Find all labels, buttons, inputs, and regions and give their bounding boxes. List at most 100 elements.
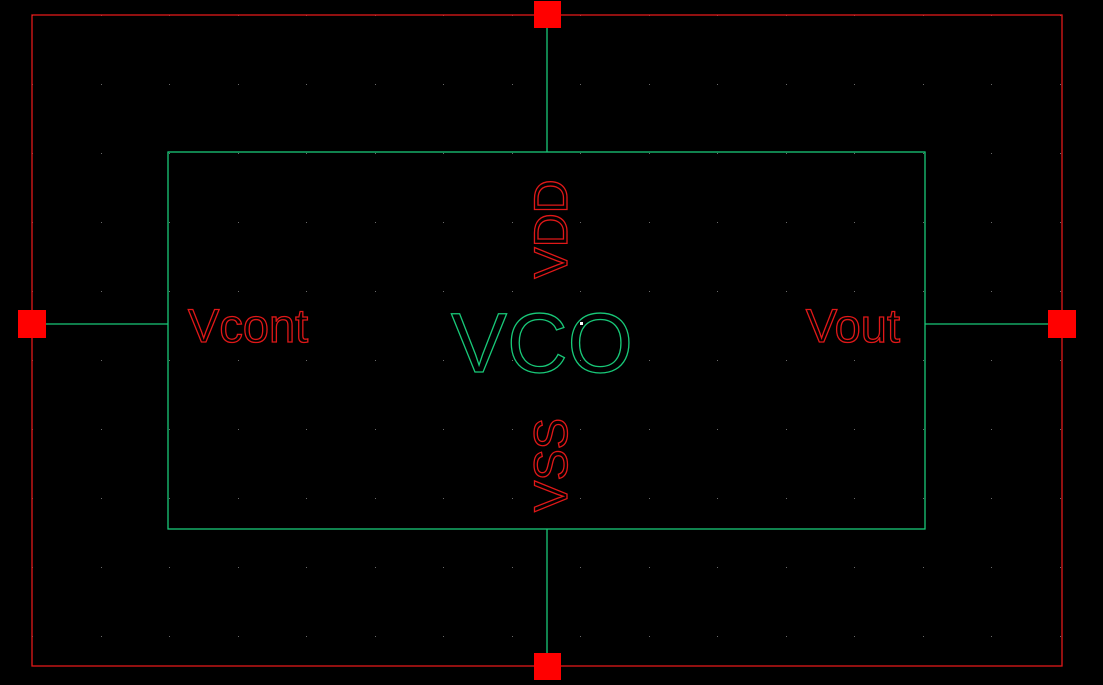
grid-dot bbox=[443, 429, 444, 430]
grid-dot bbox=[854, 429, 855, 430]
grid-dot bbox=[717, 636, 718, 637]
grid-dot bbox=[786, 153, 787, 154]
grid-dot bbox=[717, 84, 718, 85]
grid-dot bbox=[991, 84, 992, 85]
grid-dot bbox=[717, 153, 718, 154]
grid-dot bbox=[649, 360, 650, 361]
grid-dot bbox=[580, 567, 581, 568]
grid-dot bbox=[375, 567, 376, 568]
grid-dot bbox=[854, 153, 855, 154]
grid-dot bbox=[580, 153, 581, 154]
grid-dot bbox=[923, 567, 924, 568]
grid-dot bbox=[443, 636, 444, 637]
grid-dot bbox=[443, 498, 444, 499]
grid-dot bbox=[649, 567, 650, 568]
grid-dot bbox=[443, 360, 444, 361]
grid-dot bbox=[923, 636, 924, 637]
schematic-canvas[interactable]: VCO Vcont Vout VDD VSS bbox=[0, 0, 1103, 685]
grid-dot bbox=[375, 498, 376, 499]
pin-marker-vout[interactable] bbox=[1048, 310, 1076, 338]
grid-dot bbox=[991, 636, 992, 637]
grid-dot bbox=[169, 84, 170, 85]
grid-dot bbox=[1060, 360, 1061, 361]
grid-dot bbox=[717, 567, 718, 568]
pin-label-vdd: VDD bbox=[524, 179, 577, 278]
grid-dot bbox=[923, 291, 924, 292]
grid-dot bbox=[786, 84, 787, 85]
grid-dot bbox=[101, 636, 102, 637]
grid-dot bbox=[169, 222, 170, 223]
grid-dot bbox=[923, 222, 924, 223]
grid-dot bbox=[923, 498, 924, 499]
pin-label-vss: VSS bbox=[524, 418, 577, 512]
grid-dot bbox=[649, 636, 650, 637]
grid-dot bbox=[306, 153, 307, 154]
grid-dot bbox=[854, 360, 855, 361]
grid-dot bbox=[169, 567, 170, 568]
grid-dot bbox=[101, 222, 102, 223]
grid-dot bbox=[649, 291, 650, 292]
grid-dot bbox=[991, 498, 992, 499]
grid-dot bbox=[238, 153, 239, 154]
grid-dot bbox=[854, 498, 855, 499]
grid-dot bbox=[101, 429, 102, 430]
grid-dot bbox=[101, 498, 102, 499]
grid-dot bbox=[306, 567, 307, 568]
pin-label-vcont: Vcont bbox=[188, 299, 308, 352]
grid-dot bbox=[169, 429, 170, 430]
grid-dot bbox=[443, 222, 444, 223]
grid-dot bbox=[238, 222, 239, 223]
grid-dot bbox=[101, 84, 102, 85]
grid-dot bbox=[991, 567, 992, 568]
grid-dot bbox=[101, 291, 102, 292]
pin-marker-vcont[interactable] bbox=[18, 310, 46, 338]
grid-dot bbox=[1060, 84, 1061, 85]
grid-dot bbox=[169, 636, 170, 637]
grid-dot bbox=[854, 84, 855, 85]
grid-dot bbox=[375, 360, 376, 361]
symbol-name-label: VCO bbox=[451, 296, 633, 390]
grid-dot bbox=[306, 84, 307, 85]
grid-dot bbox=[443, 567, 444, 568]
grid-dot bbox=[443, 291, 444, 292]
grid-dot bbox=[991, 153, 992, 154]
grid-dot bbox=[512, 222, 513, 223]
grid-dot bbox=[717, 291, 718, 292]
grid-dot bbox=[375, 222, 376, 223]
grid-dot bbox=[512, 429, 513, 430]
pin-marker-vss[interactable] bbox=[534, 653, 561, 680]
grid-dot bbox=[375, 636, 376, 637]
grid-dot bbox=[580, 291, 581, 292]
grid-dot bbox=[854, 222, 855, 223]
grid-dot bbox=[717, 429, 718, 430]
grid-dot bbox=[512, 84, 513, 85]
grid-dot bbox=[169, 291, 170, 292]
grid-dot bbox=[580, 498, 581, 499]
grid-dot bbox=[169, 153, 170, 154]
grid-dot bbox=[580, 429, 581, 430]
grid-dot bbox=[375, 153, 376, 154]
grid-dot bbox=[649, 84, 650, 85]
pin-marker-vdd[interactable] bbox=[534, 1, 561, 28]
grid-dot bbox=[101, 567, 102, 568]
grid-dot bbox=[238, 291, 239, 292]
grid-dot bbox=[786, 222, 787, 223]
grid-dot bbox=[580, 222, 581, 223]
grid-dot bbox=[786, 636, 787, 637]
grid-dot bbox=[991, 360, 992, 361]
grid-dot bbox=[238, 84, 239, 85]
grid-dot bbox=[1060, 429, 1061, 430]
grid-dot bbox=[512, 567, 513, 568]
grid-dot bbox=[169, 498, 170, 499]
grid-dot bbox=[991, 222, 992, 223]
grid-dot bbox=[1060, 498, 1061, 499]
grid-dot bbox=[854, 636, 855, 637]
grid-dot bbox=[375, 291, 376, 292]
grid-dot bbox=[854, 567, 855, 568]
grid-dot bbox=[1060, 291, 1061, 292]
grid-dot bbox=[306, 222, 307, 223]
grid-dot bbox=[306, 360, 307, 361]
grid-dot bbox=[375, 84, 376, 85]
grid-dot bbox=[580, 636, 581, 637]
grid-dot bbox=[923, 84, 924, 85]
